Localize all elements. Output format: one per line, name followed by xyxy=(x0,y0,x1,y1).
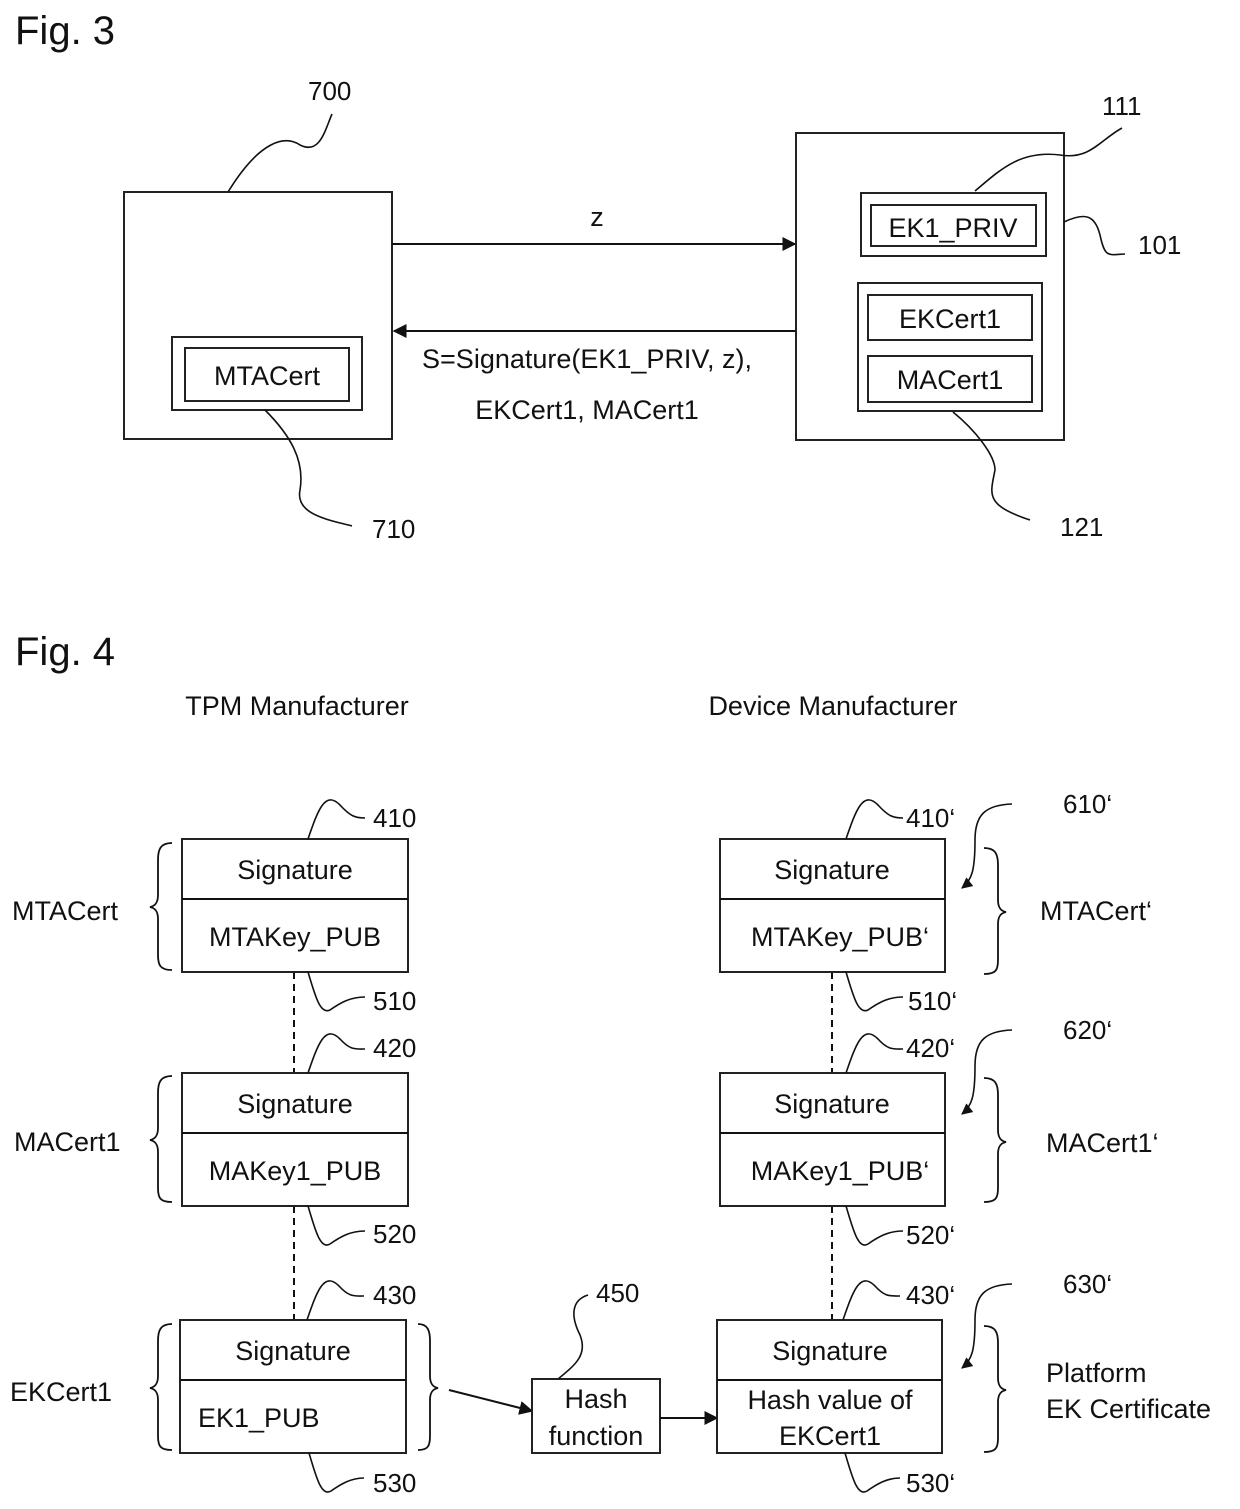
ref-700: 700 xyxy=(308,76,351,106)
platform-ek-name-line1: Platform xyxy=(1046,1358,1147,1388)
cert-platform-ek: Signature Hash value of EKCert1 Platform… xyxy=(716,1269,1211,1498)
ref-420-prime: 420‘ xyxy=(906,1033,955,1063)
macert1-prime-brace xyxy=(983,1077,1007,1203)
leader-430-prime xyxy=(842,1280,901,1321)
mtacert-label: MTACert xyxy=(214,361,320,391)
leader-430 xyxy=(306,1280,365,1321)
ref-450: 450 xyxy=(596,1278,639,1308)
platform-ek-brace xyxy=(983,1325,1007,1453)
ekcert1-brace-left xyxy=(149,1323,173,1451)
ekcert1-name: EKCert1 xyxy=(10,1377,112,1407)
cert-macert1: Signature MAKey1_PUB MACert1 420 520 xyxy=(14,1033,416,1249)
ref-121: 121 xyxy=(1060,512,1103,542)
ekcert1-key: EK1_PUB xyxy=(198,1403,320,1433)
mtacert-prime-name: MTACert‘ xyxy=(1040,896,1152,926)
leader-420-prime xyxy=(845,1033,904,1074)
column-tpm-manufacturer: TPM Manufacturer xyxy=(185,691,409,721)
leader-410 xyxy=(307,799,366,840)
ref-420: 420 xyxy=(373,1033,416,1063)
mtacert-prime-brace xyxy=(983,847,1007,975)
mtacert-signature: Signature xyxy=(237,855,353,885)
hash-function-line2: function xyxy=(549,1421,644,1451)
ref-510: 510 xyxy=(373,986,416,1016)
mtacert-prime-signature: Signature xyxy=(774,855,890,885)
leader-510 xyxy=(307,971,366,1012)
macert1-signature: Signature xyxy=(237,1089,353,1119)
leader-530 xyxy=(308,1452,365,1493)
mtacert-name: MTACert xyxy=(12,896,118,926)
column-device-manufacturer: Device Manufacturer xyxy=(708,691,957,721)
arrow-ekcert1-to-hash xyxy=(448,1389,534,1415)
cert-macert1-prime: Signature MAKey1_PUB‘ MACert1‘ 420‘ 520‘… xyxy=(719,1015,1159,1250)
entity-101: 101 EK1_PRIV 111 EKCert1 MACert1 121 xyxy=(795,91,1181,542)
fig3-title: Fig. 3 xyxy=(15,9,115,53)
cert-mtacert: Signature MTAKey_PUB MTACert 410 510 xyxy=(12,799,416,1016)
leader-520 xyxy=(307,1205,366,1246)
hash-function-line1: Hash xyxy=(564,1384,627,1414)
message-z-label: z xyxy=(590,202,604,232)
ref-530-prime: 530‘ xyxy=(906,1468,955,1498)
macert1-key: MAKey1_PUB xyxy=(209,1156,382,1186)
mtacert-brace xyxy=(149,842,173,971)
message-flow: z S=Signature(EK1_PRIV, z), EKCert1, MAC… xyxy=(392,202,797,425)
ek1-priv-label: EK1_PRIV xyxy=(888,213,1017,243)
ref-630-prime: 630‘ xyxy=(1063,1269,1112,1299)
hash-function: Hash function 450 xyxy=(448,1278,719,1454)
ref-710: 710 xyxy=(372,514,415,544)
platform-ek-hash-line1: Hash value of xyxy=(747,1385,913,1415)
leader-530-prime xyxy=(844,1452,901,1493)
ref-101: 101 xyxy=(1138,230,1181,260)
ref-410-prime: 410‘ xyxy=(906,803,955,833)
leader-700 xyxy=(227,113,333,193)
response-line-1: S=Signature(EK1_PRIV, z), xyxy=(422,344,752,374)
leader-101 xyxy=(1063,215,1126,256)
ekcert1-label: EKCert1 xyxy=(899,304,1001,334)
figure-3: Fig. 3 700 MTACert 710 z S=Signature(EK1… xyxy=(15,9,1181,544)
ref-610-prime: 610‘ xyxy=(1063,789,1112,819)
platform-ek-signature: Signature xyxy=(772,1336,888,1366)
cert-ekcert1: Signature EK1_PUB EKCert1 430 530 xyxy=(10,1280,439,1498)
platform-ek-hash-line2: EKCert1 xyxy=(779,1421,881,1451)
leader-610-prime-arrow xyxy=(961,803,1013,889)
ref-510-prime: 510‘ xyxy=(908,986,957,1016)
ref-430: 430 xyxy=(373,1280,416,1310)
ref-111: 111 xyxy=(1102,91,1142,121)
cert-mtacert-prime: Signature MTAKey_PUB‘ MTACert‘ 410‘ 510‘… xyxy=(719,789,1152,1016)
leader-450 xyxy=(557,1294,589,1380)
patent-figures: Fig. 3 700 MTACert 710 z S=Signature(EK1… xyxy=(10,9,1211,1498)
platform-ek-name-line2: EK Certificate xyxy=(1046,1394,1211,1424)
figure-4: Fig. 4 TPM Manufacturer Device Manufactu… xyxy=(10,630,1211,1498)
macert1-prime-key: MAKey1_PUB‘ xyxy=(751,1156,930,1186)
fig4-title: Fig. 4 xyxy=(15,630,115,674)
ref-430-prime: 430‘ xyxy=(906,1280,955,1310)
ref-520-prime: 520‘ xyxy=(906,1220,955,1250)
response-line-2: EKCert1, MACert1 xyxy=(475,395,699,425)
leader-620-prime-arrow xyxy=(961,1029,1013,1115)
ref-520: 520 xyxy=(373,1219,416,1249)
ref-410: 410 xyxy=(373,803,416,833)
mtacert-key: MTAKey_PUB xyxy=(209,922,381,952)
entity-700: 700 MTACert 710 xyxy=(123,76,415,544)
leader-410-prime xyxy=(845,799,904,840)
leader-520-prime xyxy=(845,1205,904,1246)
mtacert-prime-key: MTAKey_PUB‘ xyxy=(751,922,929,952)
ekcert1-signature: Signature xyxy=(235,1336,351,1366)
ref-620-prime: 620‘ xyxy=(1063,1015,1112,1045)
macert1-brace xyxy=(149,1075,173,1203)
leader-510-prime xyxy=(845,971,904,1012)
ekcert1-brace-right xyxy=(417,1323,439,1451)
macert1-prime-signature: Signature xyxy=(774,1089,890,1119)
macert1-label: MACert1 xyxy=(897,365,1004,395)
ref-530: 530 xyxy=(373,1468,416,1498)
leader-420 xyxy=(307,1033,366,1074)
macert1-prime-name: MACert1‘ xyxy=(1046,1128,1159,1158)
macert1-name: MACert1 xyxy=(14,1127,121,1157)
